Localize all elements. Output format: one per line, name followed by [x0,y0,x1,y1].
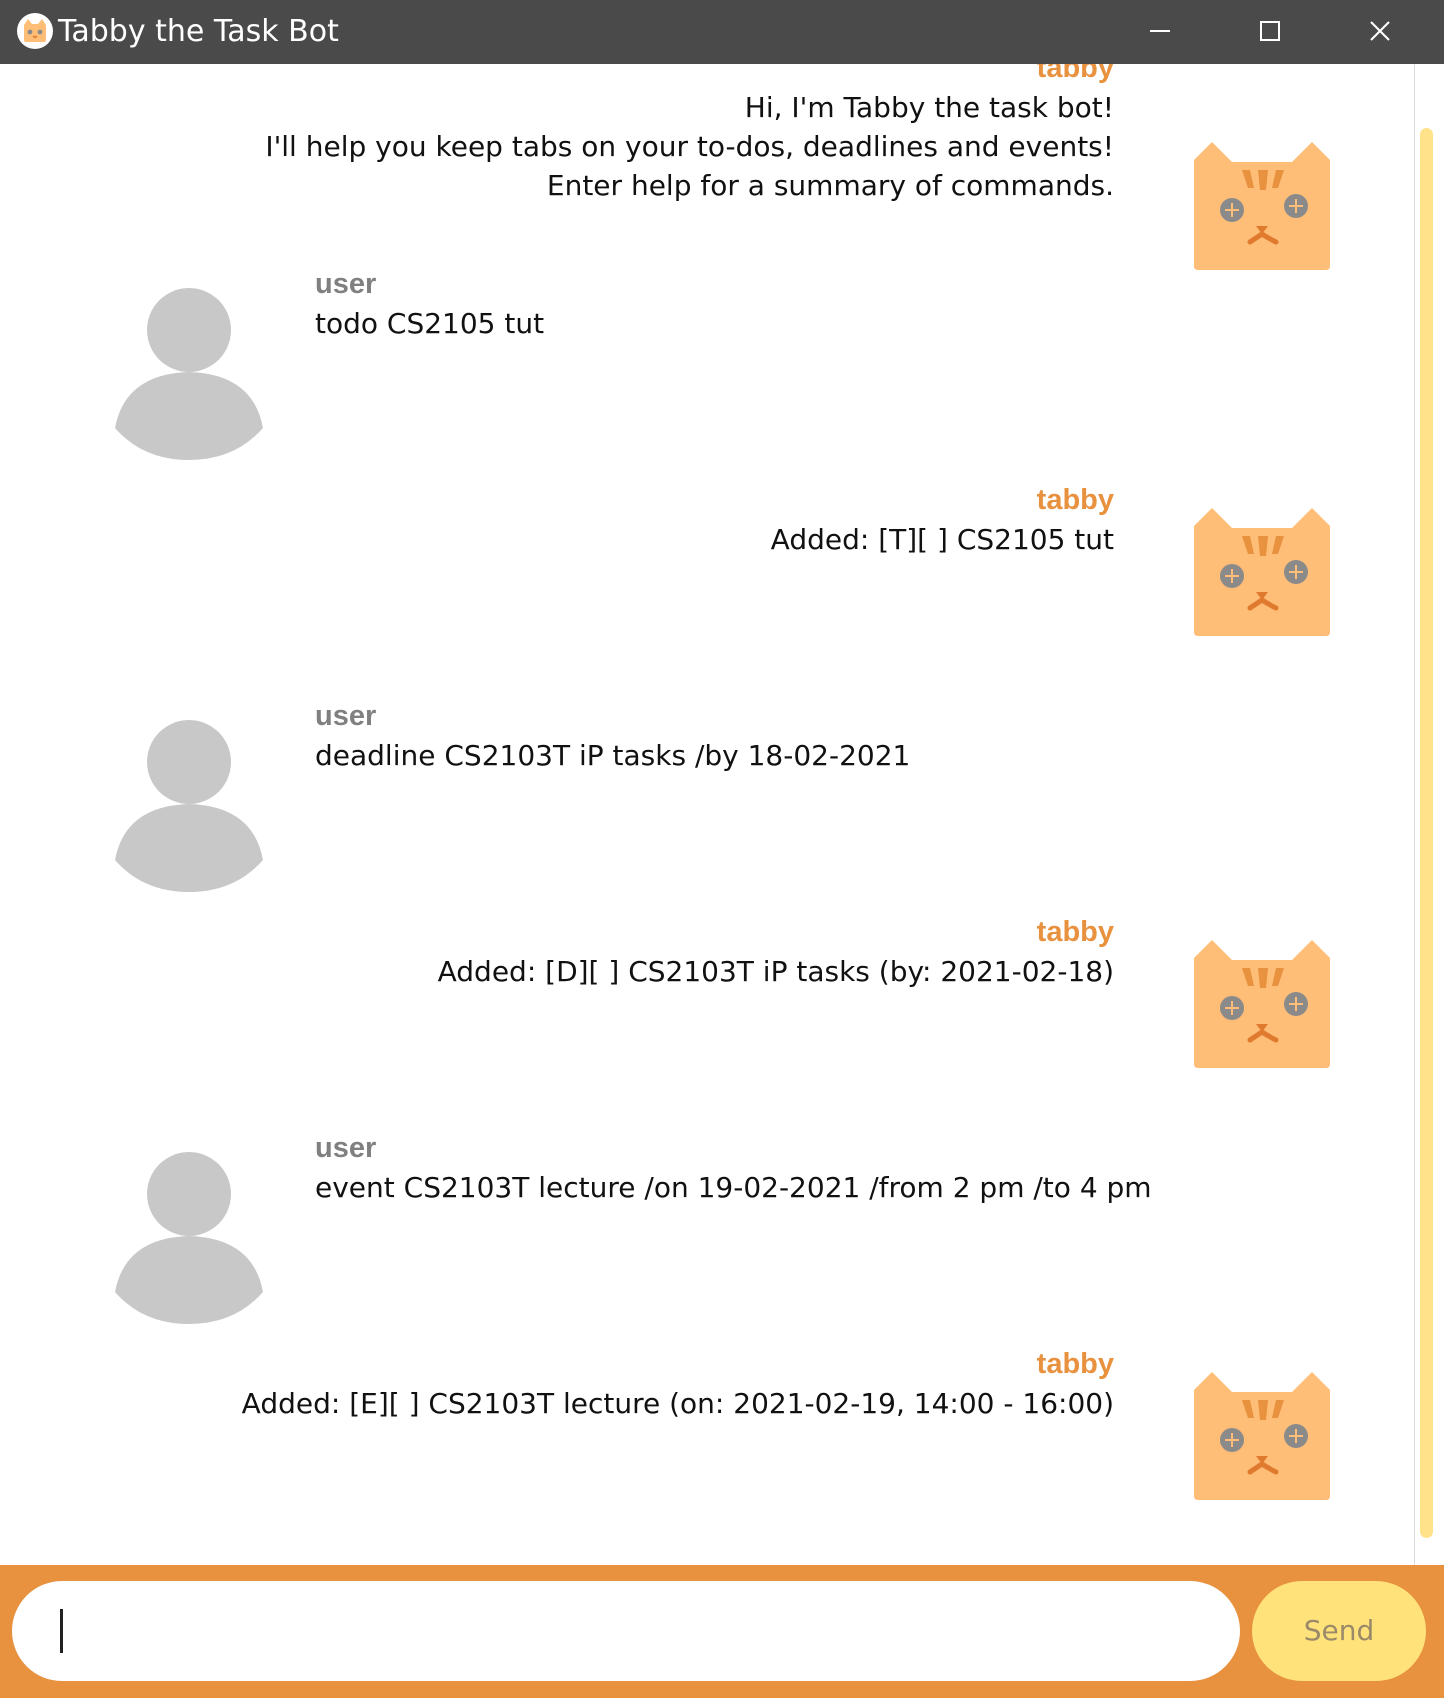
text-caret [60,1609,63,1653]
user-dialog: user event CS2103T lecture /on 19-02-202… [0,1128,1414,1358]
maximize-button[interactable] [1215,0,1325,64]
app-cat-icon [17,13,53,49]
app-window: Tabby the Task Bot tabby Hi, I'm Tabby t… [0,0,1444,1698]
bot-dialog: tabby Added: [T][ ] CS2105 tut [0,480,1414,700]
cat-face-icon [1194,508,1330,636]
message-line: Hi, I'm Tabby the task bot! [744,91,1114,124]
message-line: event CS2103T lecture /on 19-02-2021 /fr… [315,1171,1152,1204]
user-avatar-icon [115,288,263,460]
bot-dialog: tabby Added: [D][ ] CS2103T iP tasks (by… [0,912,1414,1132]
maximize-icon [1260,21,1280,41]
cat-face-icon [1194,142,1330,270]
sender-name: user [315,1132,377,1164]
close-icon [1370,21,1390,41]
user-dialog: user todo CS2105 tut [0,264,1414,494]
sender-name: tabby [1036,1348,1114,1380]
sender-name: tabby [1036,64,1114,84]
sender-name: user [315,700,377,732]
close-button[interactable] [1325,0,1444,64]
message-line: deadline CS2103T iP tasks /by 18-02-2021 [315,739,911,772]
sender-name: tabby [1036,916,1114,948]
sender-name: tabby [1036,484,1114,516]
message-line: I'll help you keep tabs on your to-dos, … [265,130,1114,163]
bot-dialog: tabby Added: [E][ ] CS2103T lecture (on:… [0,1344,1414,1564]
user-avatar-icon [115,1152,263,1324]
window-title: Tabby the Task Bot [58,14,339,49]
input-bar: Send [0,1565,1444,1698]
sender-name: user [315,268,377,300]
message-line: Added: [T][ ] CS2105 tut [770,523,1114,556]
send-button[interactable]: Send [1252,1581,1426,1681]
message-line: Enter help for a summary of commands. [546,169,1114,202]
message-input[interactable] [12,1581,1240,1681]
minimize-button[interactable] [1105,0,1215,64]
bot-dialog: tabby Hi, I'm Tabby the task bot! I'll h… [0,64,1414,270]
cat-face-icon [1194,940,1330,1068]
title-bar[interactable]: Tabby the Task Bot [0,0,1444,64]
minimize-icon [1150,30,1170,32]
scrollbar-thumb[interactable] [1420,128,1433,1538]
chat-scroll-pane[interactable]: tabby Hi, I'm Tabby the task bot! I'll h… [0,64,1414,1565]
message-line: Added: [E][ ] CS2103T lecture (on: 2021-… [241,1387,1114,1420]
cat-face-icon [1194,1372,1330,1500]
user-dialog: user deadline CS2103T iP tasks /by 18-02… [0,696,1414,926]
user-avatar-icon [115,720,263,892]
message-line: Added: [D][ ] CS2103T iP tasks (by: 2021… [437,955,1114,988]
message-line: todo CS2105 tut [315,307,545,340]
